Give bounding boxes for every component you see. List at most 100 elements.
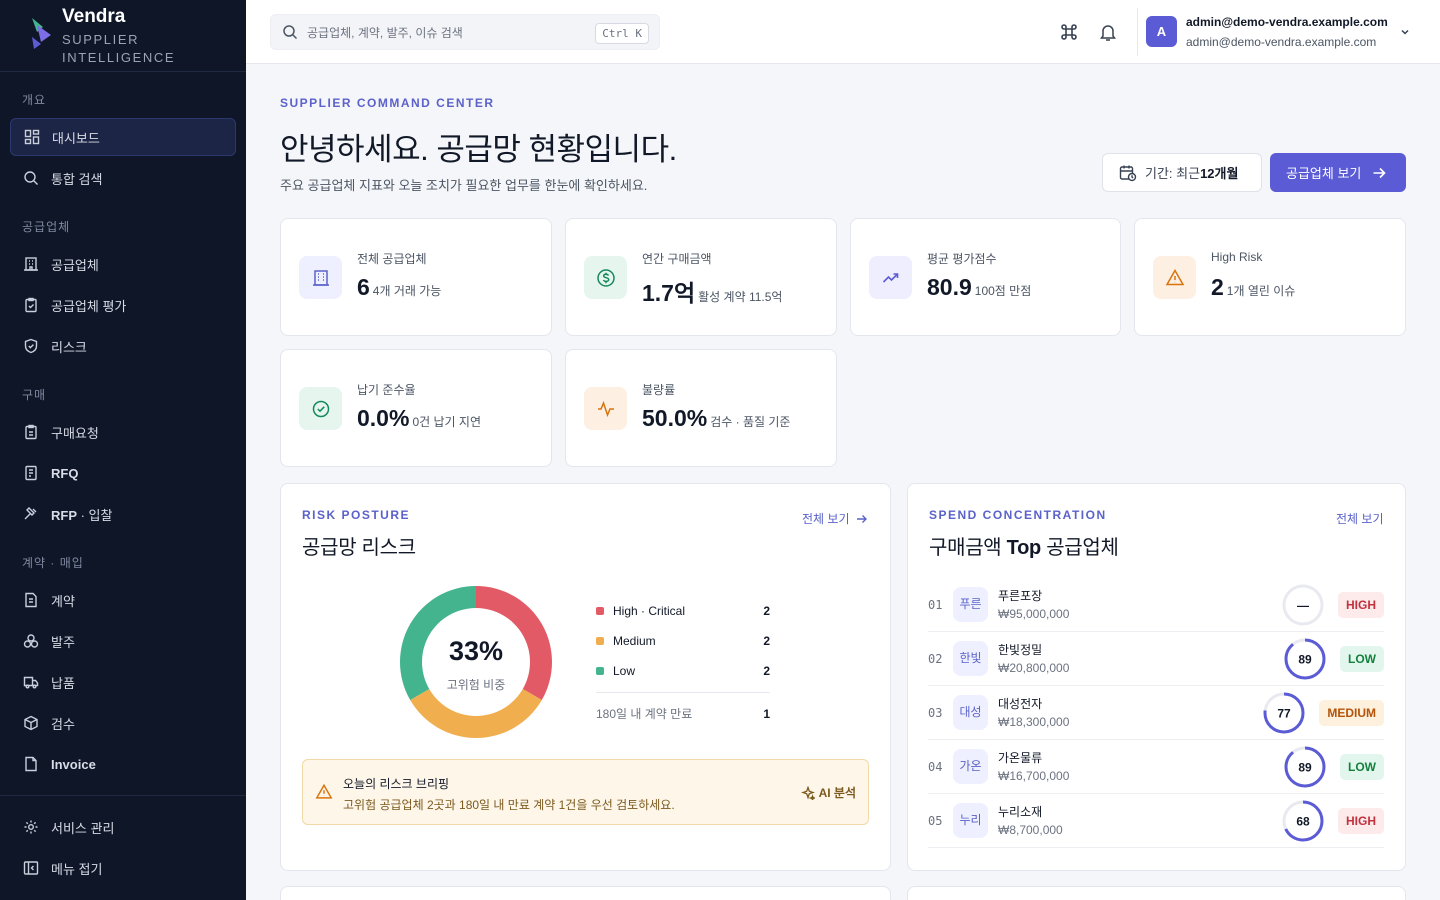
kpi-label: 불량률 <box>642 383 676 397</box>
score-ring: 68 <box>1282 800 1324 842</box>
supplier-avatar: 가온 <box>953 749 988 784</box>
briefing-text: 고위험 공급업체 2곳과 180일 내 만료 계약 1건을 우선 검토하세요. <box>343 798 675 812</box>
sidebar-item-label: 공급업체 <box>51 257 99 273</box>
kpi-card-high-risk[interactable]: High Risk 2 1개 열린 이슈 <box>1134 218 1406 336</box>
sidebar-item-purchase-request[interactable]: 구매요청 <box>10 413 236 451</box>
legend-value: 2 <box>763 604 770 618</box>
spend-row[interactable]: 05 누리 누리소재 ₩8,700,000 HIGH 68 <box>928 794 1384 848</box>
sidebar-item-evaluation[interactable]: 공급업체 평가 <box>10 286 236 324</box>
spend-row[interactable]: 04 가온 가온물류 ₩16,700,000 LOW 89 <box>928 740 1384 794</box>
boxes-icon <box>23 634 39 648</box>
supplier-amount: ₩16,700,000 <box>998 769 1070 783</box>
warning-triangle-icon <box>315 783 333 799</box>
bell-icon[interactable] <box>1099 22 1117 42</box>
expiring-value: 1 <box>763 706 770 721</box>
sidebar-item-suppliers[interactable]: 공급업체 <box>10 245 236 283</box>
kpi-card-avg-score[interactable]: 평균 평가점수 80.9 100점 만점 <box>850 218 1121 336</box>
gear-icon <box>24 820 38 834</box>
kpi-card-defect-rate[interactable]: 불량률 50.0% 검수 · 품질 기준 <box>565 349 837 467</box>
legend-value: 2 <box>763 664 770 678</box>
kpi-note: 0건 납기 지연 <box>412 415 481 429</box>
sidebar-item-delivery[interactable]: 납품 <box>10 663 236 701</box>
dashboard-grid-icon <box>24 129 40 145</box>
sidebar-item-rfq[interactable]: RFQ <box>10 454 236 492</box>
view-suppliers-button[interactable]: 공급업체 보기 <box>1270 153 1406 192</box>
arrow-right-icon <box>856 514 867 523</box>
arrow-right-icon <box>1373 167 1387 178</box>
sidebar-item-rfp[interactable]: RFP · 입찰 <box>10 495 236 533</box>
score-value: 89 <box>1298 653 1312 667</box>
chevron-down-icon[interactable] <box>1399 26 1411 38</box>
sidebar-item-inspection[interactable]: 검수 <box>10 704 236 742</box>
sidebar-item-label: RFQ <box>51 465 79 481</box>
brand-tagline-2: INTELLIGENCE <box>62 50 176 65</box>
ai-analysis-button[interactable]: AI 분석 <box>800 784 856 801</box>
kpi-label: 평균 평가점수 <box>927 252 997 266</box>
donut-slice-medium <box>410 689 542 738</box>
kpi-note: 100점 만점 <box>974 284 1032 298</box>
brand-tagline-1: SUPPLIER <box>62 32 140 47</box>
kpi-note: 검수 · 품질 기준 <box>710 415 791 429</box>
sidebar-item-label: 통합 검색 <box>51 171 103 187</box>
spend-title: 구매금액 Top 공급업체 <box>929 531 1119 560</box>
score-value: — <box>1297 599 1309 613</box>
spend-title-strong: Top <box>1006 537 1042 559</box>
row-rank: 04 <box>928 760 943 774</box>
avatar[interactable]: A <box>1146 16 1177 47</box>
sparkle-icon <box>800 785 815 800</box>
kpi-note: 활성 계약 11.5억 <box>698 290 783 304</box>
supplier-name: 누리소재 <box>998 805 1043 819</box>
supplier-avatar: 누리 <box>953 803 988 838</box>
sidebar-item-contracts[interactable]: 계약 <box>10 581 236 619</box>
kpi-value: 1.7억 <box>642 280 696 306</box>
spend-eyebrow: SPEND CONCENTRATION <box>929 508 1107 522</box>
risk-view-all-link[interactable]: 전체 보기 <box>802 510 869 527</box>
supplier-amount: ₩95,000,000 <box>998 607 1070 621</box>
user-email[interactable]: admin@demo-vendra.example.com <box>1186 15 1388 29</box>
supplier-avatar: 푸른 <box>953 587 988 622</box>
legend-item-medium: Medium 2 <box>596 634 770 648</box>
sidebar-item-search[interactable]: 통합 검색 <box>10 159 236 197</box>
sidebar-item-label: 검수 <box>51 716 75 732</box>
sidebar-item-label: 구매요청 <box>51 425 99 441</box>
search-input[interactable]: 공급업체, 계약, 발주, 이슈 검색 Ctrl K <box>270 14 660 50</box>
kpi-value: 80.9 <box>927 274 972 300</box>
score-ring: 77 <box>1263 692 1305 734</box>
ai-analysis-label: AI 분석 <box>818 786 856 800</box>
sidebar-item-collapse[interactable]: 메뉴 접기 <box>10 849 236 887</box>
sidebar-item-dashboard[interactable]: 대시보드 <box>10 118 236 156</box>
search-icon <box>24 171 38 185</box>
brand[interactable]: Vendra SUPPLIER INTELLIGENCE <box>0 0 246 72</box>
kpi-card-annual-spend[interactable]: 연간 구매금액 1.7억 활성 계약 11.5억 <box>565 218 837 336</box>
risk-view-all-label: 전체 보기 <box>802 512 850 526</box>
search-icon <box>283 25 298 40</box>
sidebar-item-label: 서비스 관리 <box>51 820 115 836</box>
truck-icon <box>23 676 39 689</box>
kpi-card-delivery-rate[interactable]: 납기 준수율 0.0% 0건 납기 지연 <box>280 349 552 467</box>
spend-view-all-link[interactable]: 전체 보기 <box>1336 510 1384 527</box>
spend-row[interactable]: 02 한빛 한빛정밀 ₩20,800,000 LOW 89 <box>928 632 1384 686</box>
warning-triangle-icon <box>1165 268 1184 285</box>
sidebar-item-service-settings[interactable]: 서비스 관리 <box>10 808 236 846</box>
period-selector[interactable]: 기간: 최근 12개월 <box>1102 153 1262 192</box>
row-rank: 05 <box>928 814 943 828</box>
expiring-contracts: 180일 내 계약 만료 1 <box>596 705 770 722</box>
sidebar-item-risk[interactable]: 리스크 <box>10 327 236 365</box>
sidebar-item-orders[interactable]: 발주 <box>10 622 236 660</box>
command-icon[interactable] <box>1059 22 1079 42</box>
section-suppliers: 공급업체 <box>22 220 71 234</box>
kpi-card-suppliers[interactable]: 전체 공급업체 6 4개 거래 가능 <box>280 218 552 336</box>
spend-row[interactable]: 03 대성 대성전자 ₩18,300,000 MEDIUM 77 <box>928 686 1384 740</box>
supplier-name: 한빛정밀 <box>998 643 1043 657</box>
clipboard-check-icon <box>25 297 37 313</box>
trending-up-icon <box>882 272 898 283</box>
sidebar-item-invoice[interactable]: Invoice <box>10 745 236 783</box>
legend-swatch <box>596 637 604 645</box>
spend-view-all-label: 전체 보기 <box>1336 512 1384 526</box>
score-value: 68 <box>1296 815 1310 829</box>
calendar-clock-icon <box>1119 165 1137 181</box>
section-purchasing: 구매 <box>22 388 47 402</box>
legend-label: High · Critical <box>613 604 686 618</box>
row-rank: 03 <box>928 706 943 720</box>
spend-row[interactable]: 01 푸른 푸른포장 ₩95,000,000 HIGH — <box>928 578 1384 632</box>
